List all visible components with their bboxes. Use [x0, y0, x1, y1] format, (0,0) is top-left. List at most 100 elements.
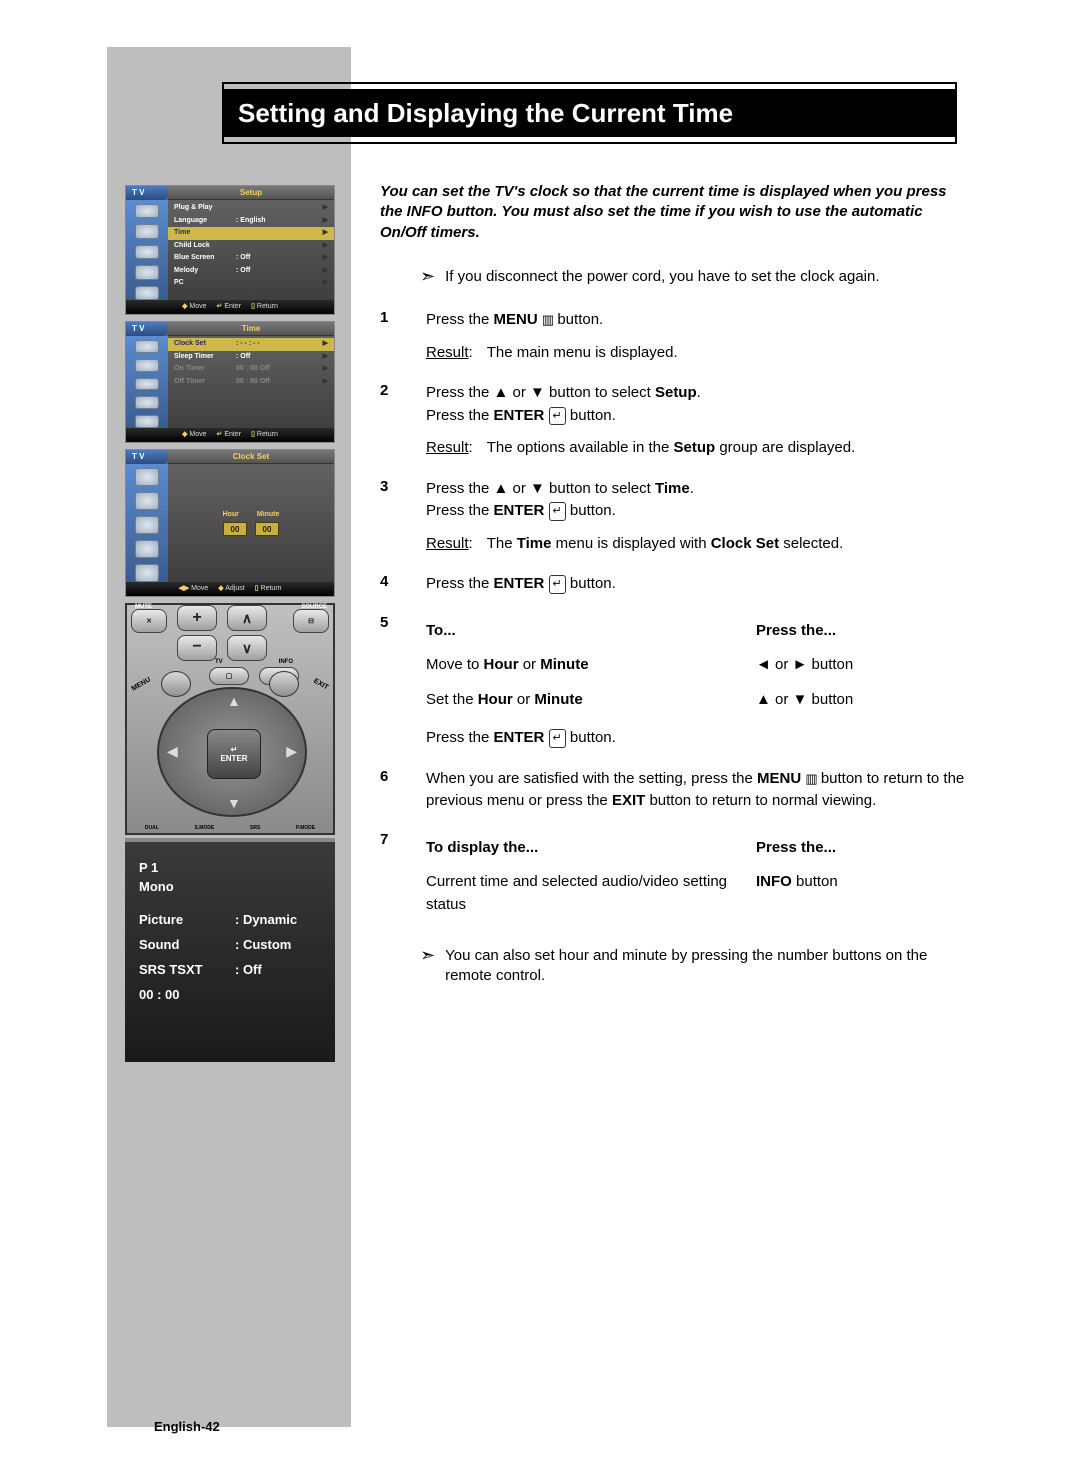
volume-up-button[interactable]: +	[177, 605, 217, 631]
step-line: Press the ▲ or ▼ button to select Time.	[426, 478, 970, 501]
nav-ring[interactable]: ▲ ▼ ◀ ▶ ↵ ENTER	[157, 687, 307, 817]
table-cell: INFO button	[756, 871, 970, 894]
menu-icon: ▥	[805, 769, 816, 789]
step-number: 3	[380, 478, 426, 556]
osd-row: On Timer 00 : 00 Off▶	[168, 363, 334, 376]
hour-value: 00	[223, 522, 247, 536]
osd-icon	[135, 286, 159, 300]
osd-sidebar-icons	[126, 464, 168, 582]
intro-text: You can set the TV's clock so that the c…	[380, 182, 970, 243]
osd-row: Child Lock▶	[168, 240, 334, 253]
page-footer: English-42	[154, 1419, 220, 1434]
info-row: Sound: Custom	[139, 937, 321, 952]
osd-icon	[135, 224, 159, 238]
table-cell: Current time and selected audio/video se…	[426, 871, 756, 916]
step-line: Press the ENTER ↵ button.	[426, 405, 970, 428]
step5-table: To... Move to Hour or Minute Set the Hou…	[426, 620, 970, 724]
step-number: 6	[380, 768, 426, 813]
enter-button[interactable]: ↵ ENTER	[207, 729, 261, 779]
enter-icon: ↵	[549, 407, 566, 426]
osd-row: Blue Screen: Off▶	[168, 252, 334, 265]
remote-bottom-labels: DUAL S.MODE SRS P.MODE	[127, 825, 333, 831]
step-3: 3 Press the ▲ or ▼ button to select Time…	[380, 478, 970, 556]
osd-icon	[135, 415, 159, 428]
step-number: 7	[380, 831, 426, 929]
step-6: 6 When you are satisfied with the settin…	[380, 768, 970, 813]
osd-foot-enter: ↵ Enter	[217, 430, 242, 442]
step-number: 1	[380, 309, 426, 364]
volume-down-button[interactable]: −	[177, 635, 217, 661]
channel-down-button[interactable]: ∨	[227, 635, 267, 661]
clock-values: 00 00	[219, 522, 283, 536]
hour-label: Hour	[223, 511, 239, 518]
step-line: Press the ▲ or ▼ button to select Setup.	[426, 382, 970, 405]
osd-sidebar-icons	[126, 336, 168, 428]
nav-right-icon[interactable]: ▶	[286, 743, 297, 760]
osd-title: Time	[168, 322, 334, 336]
nav-up-icon[interactable]: ▲	[227, 693, 241, 709]
nav-left-icon[interactable]: ◀	[167, 743, 178, 760]
osd-title: Setup	[168, 186, 334, 200]
title-bar: Setting and Displaying the Current Time	[222, 89, 957, 137]
osd-clock-set: T V Clock Set Hour Minute 0000 ◀▶ Move ◆…	[125, 449, 335, 597]
osd-tv-label: T V	[126, 450, 168, 464]
osd-foot-adjust: ◆ Adjust	[218, 584, 244, 596]
step-5: 5 To... Move to Hour or Minute Set the H…	[380, 614, 970, 750]
step-result: Result:The options available in the Setu…	[426, 437, 970, 460]
osd-rows: Clock Set: - - : - -▶ Sleep Timer: Off▶ …	[168, 336, 334, 428]
clock-labels: Hour Minute	[215, 511, 288, 518]
osd-row: Language: English▶	[168, 215, 334, 228]
enter-icon: ↵	[549, 502, 566, 521]
osd-foot-return: ▯ Return	[251, 302, 278, 314]
info-osd-panel: P 1 Mono Picture: Dynamic Sound: Custom …	[125, 838, 335, 1062]
info-time: 00 : 00	[139, 987, 321, 1002]
step-line: Press the ENTER ↵ button.	[426, 727, 970, 750]
osd-foot-enter: ↵ Enter	[217, 302, 242, 314]
step-number: 4	[380, 573, 426, 596]
info-mono: Mono	[139, 879, 321, 894]
osd-row: Plug & Play▶	[168, 202, 334, 215]
step-line: Press the ENTER ↵ button.	[426, 500, 970, 523]
osd-foot-move: ◆ Move	[182, 430, 206, 442]
note-arrow-icon: ➣	[420, 266, 435, 287]
osd-icon	[135, 540, 159, 558]
manual-page: Setting and Displaying the Current Time …	[0, 0, 1080, 1482]
osd-row-selected: Clock Set: - - : - -▶	[168, 338, 334, 351]
osd-clock-body: Hour Minute 00 00	[168, 464, 334, 582]
osd-row: PC▶	[168, 277, 334, 290]
menu-button[interactable]	[161, 671, 191, 697]
mute-button[interactable]: ✕	[131, 609, 167, 633]
osd-icon	[135, 516, 159, 534]
step-result: Result:The Time menu is displayed with C…	[426, 533, 970, 556]
exit-label: EXIT	[313, 678, 330, 692]
osd-foot-move: ◀▶ Move	[178, 584, 208, 596]
menu-label: MENU	[131, 676, 152, 692]
exit-button[interactable]	[269, 671, 299, 697]
osd-row: Melody: Off▶	[168, 265, 334, 278]
minute-label: Minute	[257, 511, 280, 518]
osd-footer: ◀▶ Move ◆ Adjust ▯ Return	[126, 582, 334, 596]
enter-label: ENTER	[220, 754, 247, 763]
tv-button[interactable]: ▢	[209, 667, 249, 685]
osd-rows: Plug & Play▶ Language: English▶ Time▶ Ch…	[168, 200, 334, 300]
source-button[interactable]: ⊟	[293, 609, 329, 633]
osd-icon	[135, 492, 159, 510]
minute-value: 00	[255, 522, 279, 536]
info-row: Picture: Dynamic	[139, 912, 321, 927]
channel-up-button[interactable]: ∧	[227, 605, 267, 631]
table-header: To display the...	[426, 837, 756, 860]
osd-footer: ◆ Move ↵ Enter ▯ Return	[126, 428, 334, 442]
enter-icon: ↵	[549, 729, 566, 748]
step7-table: To display the... Current time and selec…	[426, 837, 970, 929]
osd-icon	[135, 204, 159, 218]
page-title: Setting and Displaying the Current Time	[238, 98, 733, 129]
step-4: 4 Press the ENTER ↵ button.	[380, 573, 970, 596]
osd-time-menu: T V Time Clock Set: - - : - -▶ Sleep Tim…	[125, 321, 335, 443]
osd-footer: ◆ Move ↵ Enter ▯ Return	[126, 300, 334, 314]
tv-label: TV	[215, 659, 223, 665]
info-channel: P 1	[139, 860, 321, 875]
note-arrow-icon: ➣	[420, 945, 435, 987]
osd-sidebar-icons	[126, 200, 168, 300]
step-1: 1 Press the MENU ▥ button. Result:The ma…	[380, 309, 970, 364]
nav-down-icon[interactable]: ▼	[227, 795, 241, 811]
